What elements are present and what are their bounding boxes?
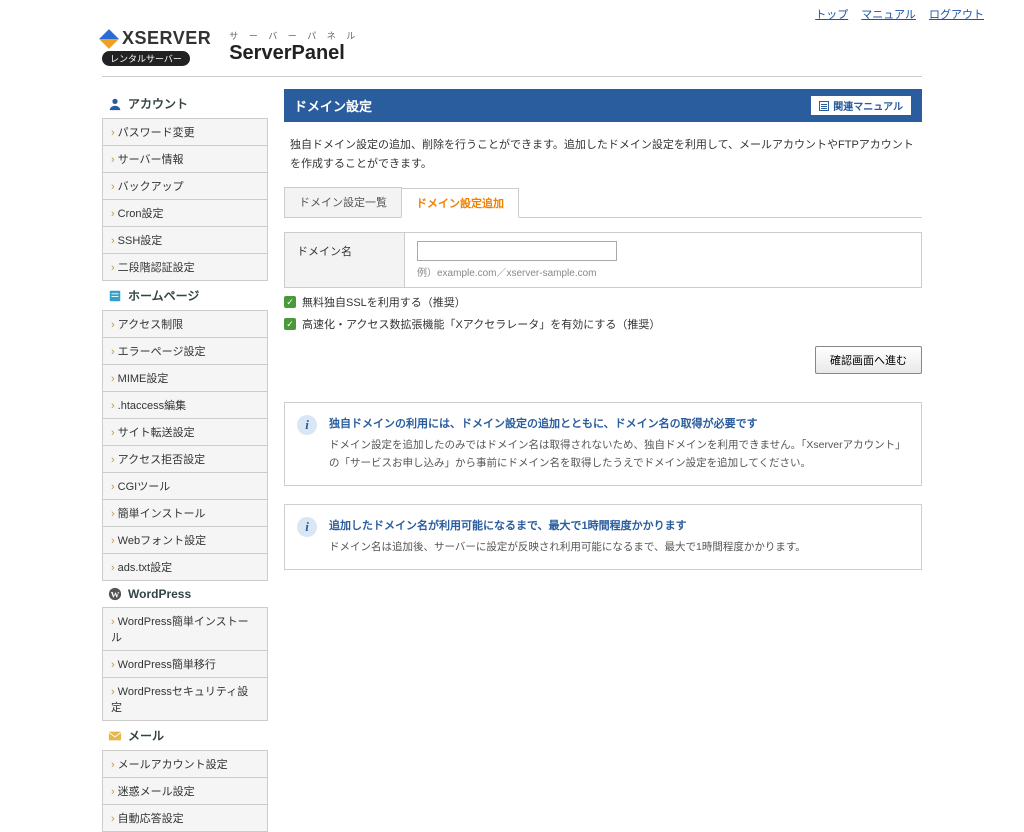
sidebar-item[interactable]: ›Webフォント設定 [102, 527, 268, 554]
info-body: ドメイン名は追加後、サーバーに設定が反映され利用可能になるまで、最大で1時間程度… [329, 539, 907, 557]
link-top[interactable]: トップ [815, 9, 848, 21]
sidebar-item[interactable]: ›パスワード変更 [102, 119, 268, 146]
info-icon: i [297, 517, 317, 537]
arrow-icon: › [111, 562, 115, 574]
arrow-icon: › [111, 481, 115, 493]
wp-icon: W [108, 587, 122, 601]
manual-icon [819, 101, 829, 111]
info-title: 独自ドメインの利用には、ドメイン設定の追加とともに、ドメイン名の取得が必要です [329, 415, 907, 431]
arrow-icon: › [111, 759, 115, 771]
arrow-icon: › [111, 235, 115, 247]
domain-form: ドメイン名 例）example.com／xserver-sample.com [284, 232, 922, 288]
brand-name: XSERVER [122, 28, 211, 49]
sidebar-item[interactable]: ›エラーページ設定 [102, 338, 268, 365]
sidebar-item[interactable]: ›SSH設定 [102, 227, 268, 254]
sidebar: アカウント›パスワード変更›サーバー情報›バックアップ›Cron設定›SSH設定… [102, 89, 268, 832]
info-body: ドメイン設定を追加したのみではドメイン名は取得されないため、独自ドメインを利用で… [329, 437, 907, 473]
sidebar-item[interactable]: ›二段階認証設定 [102, 254, 268, 281]
link-manual[interactable]: マニュアル [861, 9, 916, 21]
check-icon: ✓ [284, 318, 296, 330]
arrow-icon: › [111, 786, 115, 798]
ssl-option[interactable]: ✓ 無料独自SSLを利用する（推奨） [284, 294, 922, 310]
content-title-bar: ドメイン設定 関連マニュアル [284, 89, 922, 122]
logo-diamond-icon [99, 29, 119, 49]
arrow-icon: › [111, 508, 115, 520]
tabs: ドメイン設定一覧ドメイン設定追加 [284, 187, 922, 218]
arrow-icon: › [111, 616, 115, 628]
confirm-button[interactable]: 確認画面へ進む [815, 346, 922, 374]
content-description: 独自ドメイン設定の追加、削除を行うことができます。追加したドメイン設定を利用して… [284, 122, 922, 187]
brand-badge: レンタルサーバー [102, 51, 190, 66]
check-icon: ✓ [284, 296, 296, 308]
info-icon: i [297, 415, 317, 435]
tab[interactable]: ドメイン設定一覧 [284, 187, 402, 217]
arrow-icon: › [111, 181, 115, 193]
sidebar-section-title: WWordPress [102, 581, 268, 607]
sidebar-item[interactable]: ›MIME設定 [102, 365, 268, 392]
arrow-icon: › [111, 686, 115, 698]
arrow-icon: › [111, 208, 115, 220]
arrow-icon: › [111, 813, 115, 825]
info-title: 追加したドメイン名が利用可能になるまで、最大で1時間程度かかります [329, 517, 907, 533]
arrow-icon: › [111, 262, 115, 274]
sidebar-item[interactable]: ›アクセス拒否設定 [102, 446, 268, 473]
domain-input[interactable] [417, 241, 617, 261]
arrow-icon: › [111, 427, 115, 439]
domain-hint: 例）example.com／xserver-sample.com [417, 264, 909, 279]
header: XSERVER レンタルサーバー サ ー バ ー パ ネ ル ServerPan… [102, 22, 922, 77]
tab[interactable]: ドメイン設定追加 [401, 188, 519, 218]
panel-title: ServerPanel [229, 42, 359, 65]
sidebar-item[interactable]: ›WordPressセキュリティ設定 [102, 678, 268, 721]
arrow-icon: › [111, 373, 115, 385]
arrow-icon: › [111, 319, 115, 331]
sidebar-section-title: ホームページ [102, 281, 268, 310]
arrow-icon: › [111, 400, 115, 412]
user-icon [108, 97, 122, 111]
sidebar-item[interactable]: ›ads.txt設定 [102, 554, 268, 581]
info-box: i 追加したドメイン名が利用可能になるまで、最大で1時間程度かかりますドメイン名は… [284, 504, 922, 570]
arrow-icon: › [111, 346, 115, 358]
sidebar-item[interactable]: ›自動応答設定 [102, 805, 268, 832]
sidebar-item[interactable]: ›.htaccess編集 [102, 392, 268, 419]
mail-icon [108, 729, 122, 743]
page-icon [108, 289, 122, 303]
arrow-icon: › [111, 659, 115, 671]
sidebar-item[interactable]: ›メールアカウント設定 [102, 751, 268, 778]
sidebar-item[interactable]: ›簡単インストール [102, 500, 268, 527]
sidebar-item[interactable]: ›WordPress簡単インストール [102, 608, 268, 651]
sidebar-item[interactable]: ›サイト転送設定 [102, 419, 268, 446]
sidebar-item[interactable]: ›バックアップ [102, 173, 268, 200]
content-title: ドメイン設定 [294, 96, 372, 115]
related-manual-link[interactable]: 関連マニュアル [810, 95, 912, 116]
svg-text:W: W [111, 590, 120, 600]
sidebar-item[interactable]: ›CGIツール [102, 473, 268, 500]
sidebar-item[interactable]: ›アクセス制限 [102, 311, 268, 338]
main-content: ドメイン設定 関連マニュアル 独自ドメイン設定の追加、削除を行うことができます。… [284, 89, 922, 832]
domain-label: ドメイン名 [285, 233, 405, 288]
arrow-icon: › [111, 454, 115, 466]
arrow-icon: › [111, 154, 115, 166]
arrow-icon: › [111, 127, 115, 139]
info-box: i 独自ドメインの利用には、ドメイン設定の追加とともに、ドメイン名の取得が必要です… [284, 402, 922, 486]
arrow-icon: › [111, 535, 115, 547]
sidebar-item[interactable]: ›迷惑メール設定 [102, 778, 268, 805]
sidebar-item[interactable]: ›Cron設定 [102, 200, 268, 227]
sidebar-section-title: メール [102, 721, 268, 750]
link-logout[interactable]: ログアウト [929, 9, 984, 21]
top-links: トップ マニュアル ログアウト [0, 0, 1024, 22]
brand-logo: XSERVER レンタルサーバー [102, 28, 211, 66]
sidebar-item[interactable]: ›サーバー情報 [102, 146, 268, 173]
sidebar-item[interactable]: ›WordPress簡単移行 [102, 651, 268, 678]
sidebar-section-title: アカウント [102, 89, 268, 118]
panel-kana: サ ー バ ー パ ネ ル [229, 29, 359, 42]
accelerator-option[interactable]: ✓ 高速化・アクセス数拡張機能「Xアクセラレータ」を有効にする（推奨） [284, 316, 922, 332]
